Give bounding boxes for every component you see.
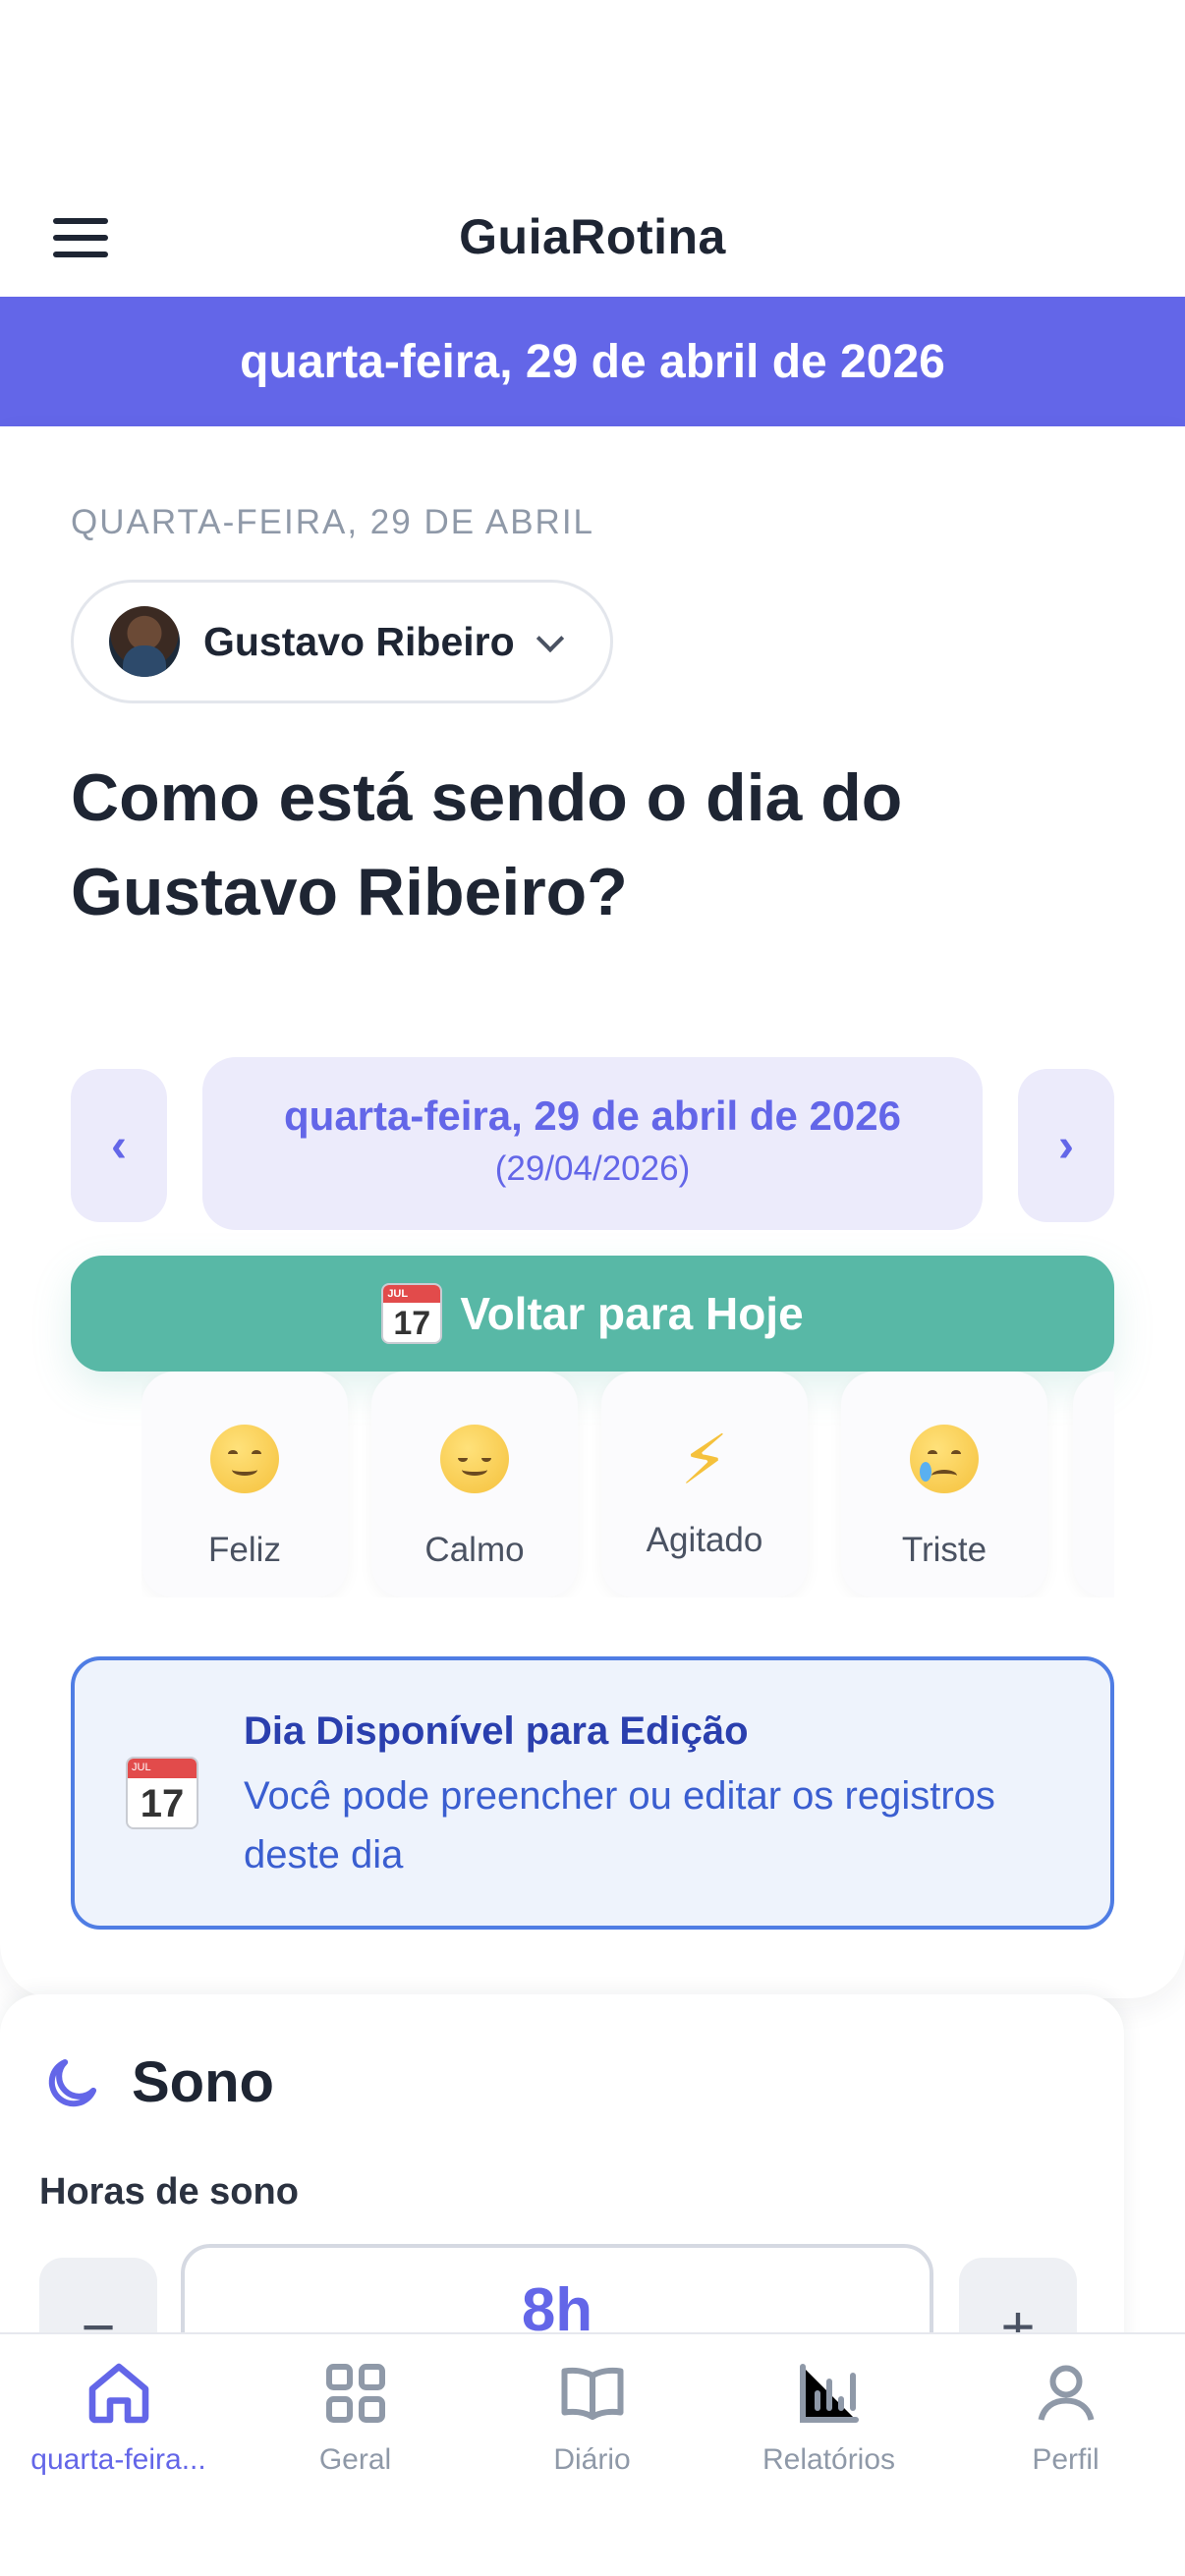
next-day-button[interactable]: › (1018, 1069, 1114, 1222)
app-title: GuiaRotina (459, 209, 726, 264)
mood-option-agitado[interactable]: ⚡ Agitado (601, 1372, 808, 1597)
nav-label: Diário (553, 2443, 631, 2476)
previous-day-button[interactable]: ‹ (71, 1069, 167, 1222)
top-app-bar: GuiaRotina (0, 177, 1185, 297)
chevron-down-icon (536, 629, 562, 654)
back-to-today-button[interactable]: JUL 17 Voltar para Hoje (71, 1256, 1114, 1372)
bar-chart-icon (799, 2364, 859, 2423)
day-eyebrow: QUARTA-FEIRA, 29 DE ABRIL (71, 503, 595, 541)
child-name: Gustavo Ribeiro (203, 618, 515, 664)
happy-face-icon (210, 1425, 279, 1493)
grid-icon (325, 2364, 385, 2423)
bottom-navigation: quarta-feira... Geral Diário Relatórios … (0, 2332, 1185, 2576)
lightning-icon: ⚡ (680, 1422, 729, 1498)
moon-icon (48, 2058, 97, 2107)
mood-label: Triste (901, 1531, 988, 1569)
edit-available-notice: JUL 17 Dia Disponível para Edição Você p… (71, 1656, 1114, 1930)
nav-label: Perfil (1032, 2443, 1100, 2476)
mood-selector: Feliz Calmo ⚡ Agitado Triste (141, 1372, 1114, 1597)
nav-label: quarta-feira... (30, 2443, 206, 2476)
calendar-icon: JUL 17 (126, 1757, 198, 1829)
sleep-title: Sono (132, 2050, 274, 2114)
notice-body: Você pode preencher ou editar os registr… (244, 1774, 995, 1876)
nav-item-relatorios[interactable]: Relatórios (710, 2334, 947, 2531)
selected-date-short: (29/04/2026) (494, 1149, 691, 1188)
book-icon (561, 2367, 623, 2420)
mood-label: Agitado (646, 1521, 763, 1559)
home-icon (88, 2363, 148, 2424)
nav-label: Geral (318, 2443, 392, 2476)
nav-item-geral[interactable]: Geral (237, 2334, 474, 2531)
nav-label: Relatórios (762, 2443, 896, 2476)
nav-item-perfil[interactable]: Perfil (947, 2334, 1184, 2531)
selected-date-long: quarta-feira, 29 de abril de 2026 (284, 1092, 901, 1139)
selected-date-pill[interactable]: quarta-feira, 29 de abril de 2026 (29/04… (202, 1057, 983, 1230)
sleep-hours-label: Horas de sono (39, 2171, 299, 2212)
back-to-today-label: Voltar para Hoje (460, 1288, 804, 1339)
status-bar-area (0, 0, 1185, 177)
mood-label: Feliz (208, 1531, 281, 1569)
mood-label: Calmo (424, 1531, 525, 1569)
mood-option-feliz[interactable]: Feliz (141, 1372, 348, 1597)
crying-face-icon (910, 1425, 979, 1493)
mood-option-more[interactable] (1073, 1372, 1114, 1597)
avatar (109, 606, 180, 677)
notice-title: Dia Disponível para Edição (244, 1709, 749, 1753)
mood-option-triste[interactable]: Triste (841, 1372, 1047, 1597)
relieved-face-icon (440, 1425, 509, 1493)
page-title: Como está sendo o dia do Gustavo Ribeiro… (71, 760, 903, 929)
date-banner: quarta-feira, 29 de abril de 2026 (0, 297, 1185, 426)
mood-option-calmo[interactable]: Calmo (371, 1372, 578, 1597)
user-icon (1038, 2365, 1094, 2421)
nav-item-today[interactable]: quarta-feira... (0, 2334, 237, 2531)
calendar-icon: JUL 17 (381, 1283, 443, 1344)
child-selector[interactable]: Gustavo Ribeiro (71, 580, 613, 703)
day-summary-card: QUARTA-FEIRA, 29 DE ABRIL Gustavo Ribeir… (0, 426, 1185, 1998)
nav-item-diario[interactable]: Diário (474, 2334, 710, 2531)
